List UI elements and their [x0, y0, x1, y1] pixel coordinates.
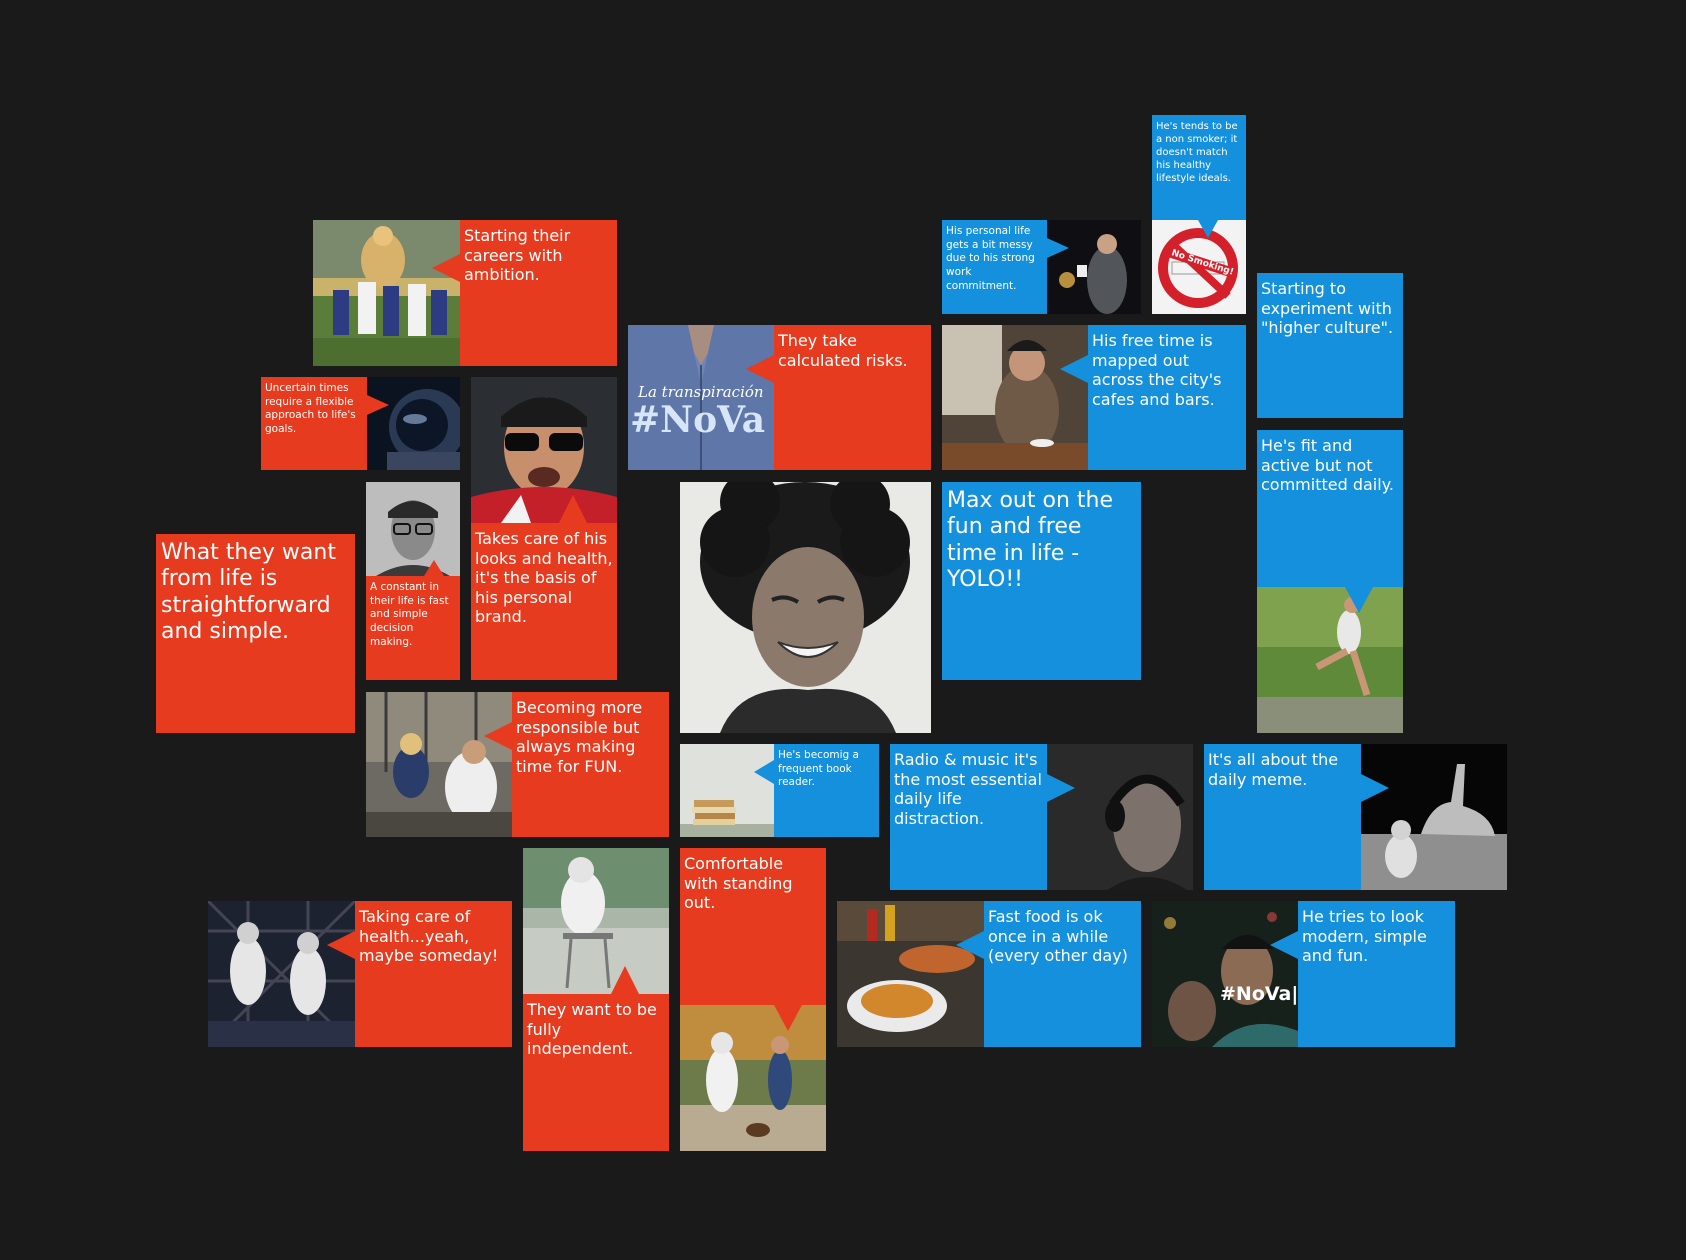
speech-notch — [1361, 774, 1389, 802]
speech-notch — [611, 966, 639, 994]
speech-notch — [1270, 931, 1298, 959]
nova-shirt-photo: La transpiración #NoVa — [628, 325, 774, 470]
books-stack-photo — [680, 744, 774, 837]
tile-taking-care-health[interactable]: Taking care of health...yeah, maybe some… — [208, 901, 512, 1047]
tile-text: He tries to look modern, simple and fun. — [1298, 901, 1455, 1047]
speech-notch — [484, 722, 512, 750]
nova-hashtag-caption: #NoVa — [630, 399, 766, 441]
tile-text: They want to be fully independent. — [523, 994, 669, 1151]
tile-free-time-cafes[interactable]: His free time is mapped out across the c… — [942, 325, 1246, 470]
tile-fully-independent[interactable]: They want to be fully independent. — [523, 848, 669, 1151]
astronaut-dinosaur-moon-photo — [1361, 744, 1507, 890]
tile-non-smoker[interactable]: He's tends to be a non smoker; it doesn'… — [1152, 115, 1246, 314]
tile-text: They take calculated risks. — [774, 325, 931, 470]
speech-notch — [1198, 220, 1218, 238]
tile-text: Comfortable with standing out. — [680, 848, 826, 1005]
tile-text: It's all about the daily meme. — [1204, 744, 1361, 890]
tile-text: Starting to experiment with "higher cult… — [1261, 279, 1394, 338]
tile-fit-active[interactable]: He's fit and active but not committed da… — [1257, 430, 1403, 733]
tile-text: Becoming more responsible but always mak… — [512, 692, 669, 837]
tile-text: Starting their careers with ambition. — [460, 220, 617, 366]
speech-notch — [774, 1005, 802, 1031]
tile-text: Uncertain times require a flexible appro… — [261, 377, 367, 470]
speech-notch — [432, 254, 460, 282]
man-in-cafe-photo — [942, 325, 1088, 470]
speech-notch — [754, 760, 774, 784]
tile-text: His free time is mapped out across the c… — [1088, 325, 1246, 470]
speech-notch — [327, 931, 355, 959]
tile-text: Radio & music it's the most essential da… — [890, 744, 1047, 890]
tile-text: A constant in their life is fast and sim… — [366, 576, 460, 680]
tile-text: Max out on the fun and free time in life… — [947, 488, 1113, 593]
speech-notch — [746, 355, 774, 383]
tile-book-reader[interactable]: He's becomig a frequent book reader. — [680, 744, 879, 837]
tile-radio-music[interactable]: Radio & music it's the most essential da… — [890, 744, 1193, 890]
speech-notch — [1047, 238, 1069, 258]
man-headphones-photo — [1047, 744, 1193, 890]
tile-text: He's fit and active but not committed da… — [1257, 430, 1403, 587]
astronaut-walking-dog-photo — [680, 1005, 826, 1151]
cheerleaders-photo — [313, 220, 460, 366]
speech-notch — [956, 931, 984, 959]
tile-text: What they want from life is straightforw… — [161, 540, 336, 645]
astronauts-scaffold-photo — [208, 901, 355, 1047]
astronaut-cafe-photo — [366, 692, 512, 837]
tile-looks-health[interactable]: Takes care of his looks and health, it's… — [471, 377, 617, 680]
glasses-man-bw-photo — [366, 482, 460, 576]
tile-uncertain-times[interactable]: Uncertain times require a flexible appro… — [261, 377, 460, 470]
tile-board: { "tiles": { "starting_careers": "Starti… — [0, 0, 1686, 1260]
astronaut-helmet-photo — [367, 377, 460, 470]
tile-text: His personal life gets a bit messy due t… — [942, 220, 1047, 314]
pasta-dish-photo — [837, 901, 984, 1047]
tile-modern-simple[interactable]: #NoVa| He tries to look modern, simple a… — [1152, 901, 1455, 1047]
nova-hashtag-caption: #NoVa| — [1220, 983, 1298, 1005]
tile-calculated-risks[interactable]: La transpiración #NoVa They take calcula… — [628, 325, 931, 470]
tile-text: Takes care of his looks and health, it's… — [471, 523, 617, 680]
speech-notch — [1047, 774, 1075, 802]
tile-higher-culture[interactable]: Starting to experiment with "higher cult… — [1257, 273, 1403, 418]
laughing-man-photo — [680, 482, 931, 733]
man-with-coffee-night-photo — [1047, 220, 1141, 314]
runner-photo — [1257, 587, 1403, 733]
tile-constant-decision[interactable]: A constant in their life is fast and sim… — [366, 482, 460, 680]
tile-text: He's tends to be a non smoker; it doesn'… — [1152, 115, 1246, 220]
tile-text: Taking care of health...yeah, maybe some… — [355, 901, 512, 1047]
speech-notch — [424, 560, 444, 576]
speech-notch — [367, 395, 389, 415]
tile-laughing-man-portrait[interactable] — [680, 482, 931, 733]
speech-notch — [1345, 587, 1373, 613]
speech-notch — [559, 495, 587, 523]
sunglasses-man-photo — [471, 377, 617, 523]
tile-what-they-want[interactable]: What they want from life is straightforw… — [156, 534, 355, 733]
tile-max-out-fun[interactable]: Max out on the fun and free time in life… — [942, 482, 1141, 680]
tile-daily-meme[interactable]: It's all about the daily meme. — [1204, 744, 1507, 890]
tile-becoming-responsible[interactable]: Becoming more responsible but always mak… — [366, 692, 669, 837]
tile-text: He's becomig a frequent book reader. — [774, 744, 879, 837]
tile-personal-life-messy[interactable]: His personal life gets a bit messy due t… — [942, 220, 1141, 314]
tile-starting-careers[interactable]: Starting their careers with ambition. — [313, 220, 617, 366]
astronaut-stool-photo — [523, 848, 669, 994]
tile-standing-out[interactable]: Comfortable with standing out. — [680, 848, 826, 1151]
nova-couple-photo: #NoVa| — [1152, 901, 1298, 1047]
tile-text: Fast food is ok once in a while (every o… — [984, 901, 1141, 1047]
tile-fast-food[interactable]: Fast food is ok once in a while (every o… — [837, 901, 1141, 1047]
speech-notch — [1060, 355, 1088, 383]
